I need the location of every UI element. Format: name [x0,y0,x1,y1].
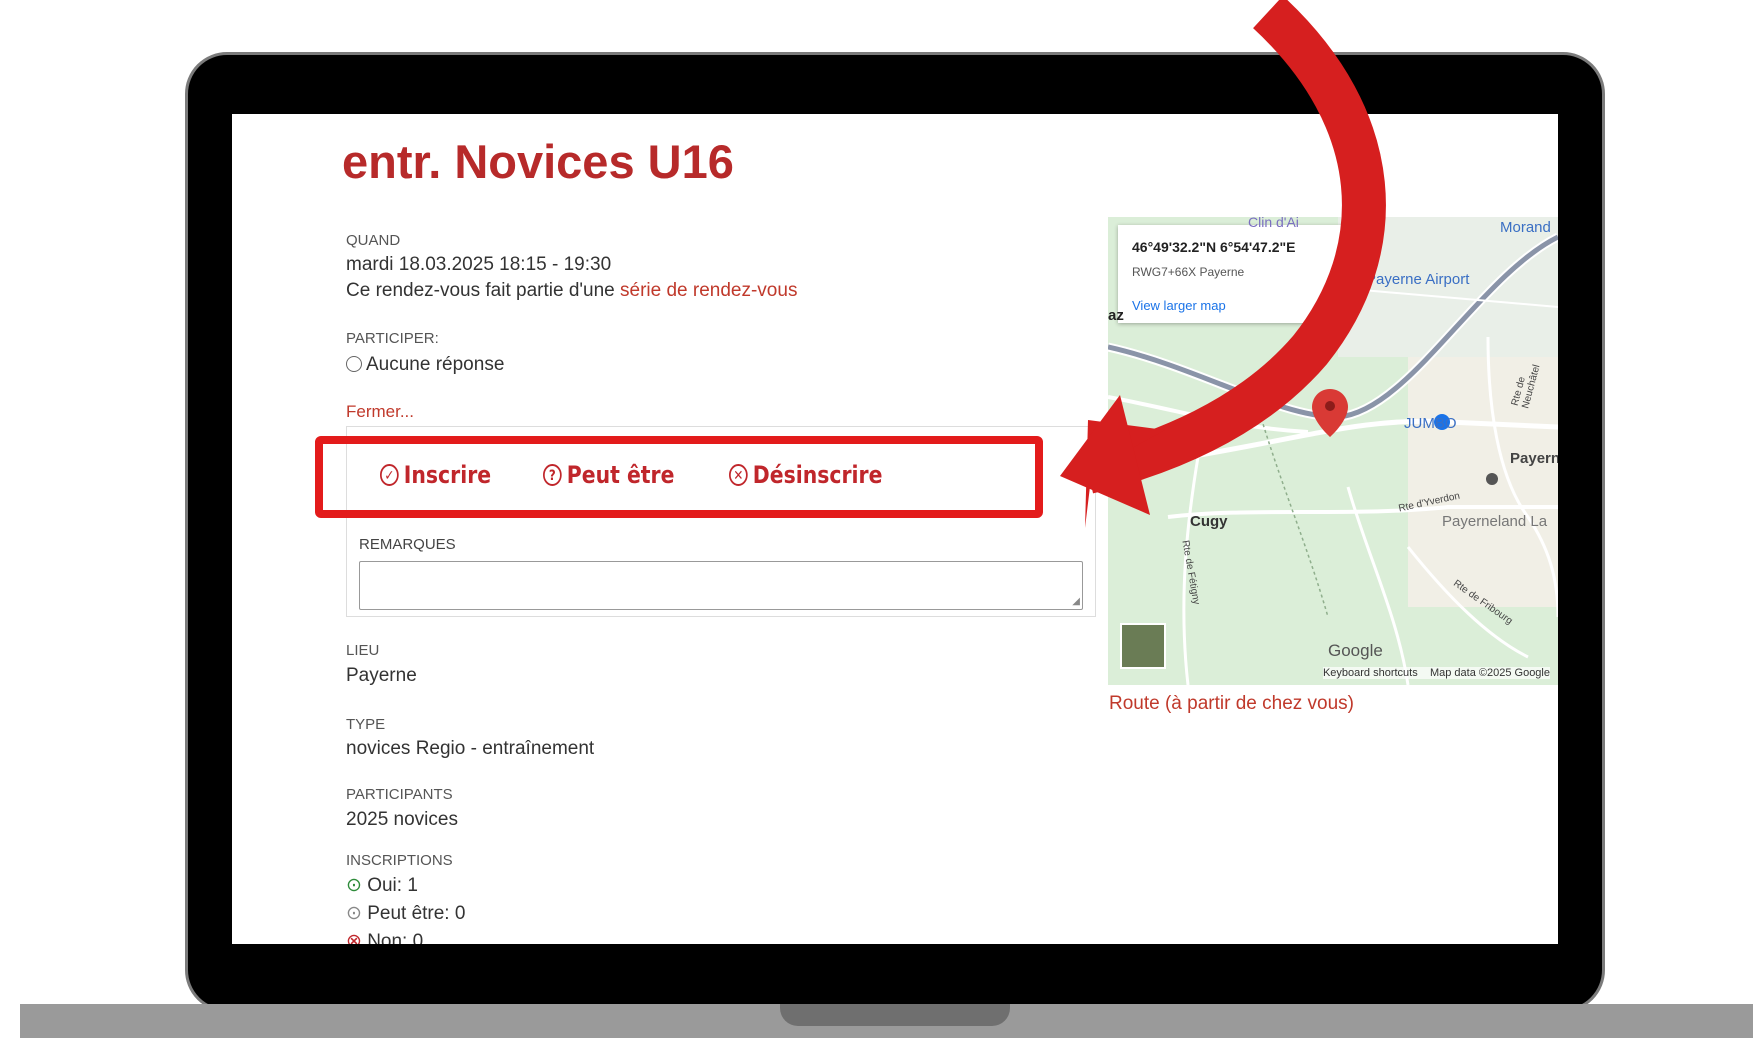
annotation-arrow-icon [1060,0,1386,528]
